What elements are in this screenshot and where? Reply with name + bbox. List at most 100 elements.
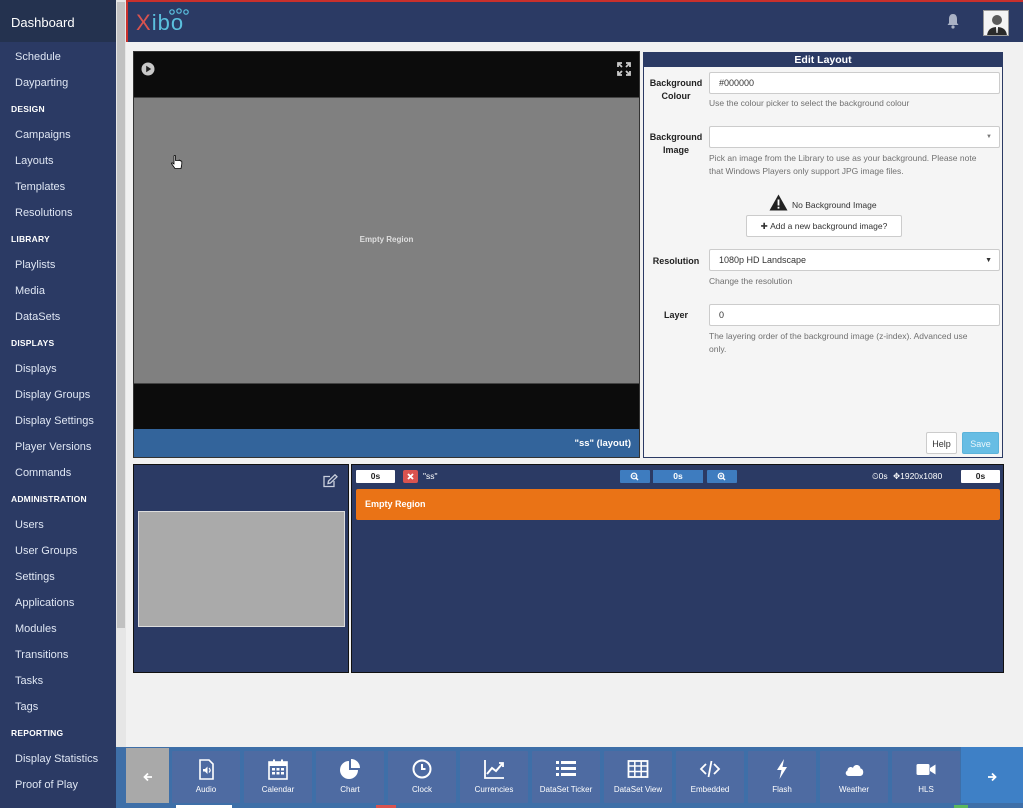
sidebar-item-proof-of-play[interactable]: Proof of Play bbox=[0, 770, 116, 796]
tool-hls[interactable]: HLS bbox=[892, 751, 960, 803]
zoom-value: 0s bbox=[653, 470, 703, 483]
arrow-right-icon bbox=[988, 772, 997, 782]
sidebar-item-layouts[interactable]: Layouts bbox=[0, 146, 116, 172]
top-bar: Xibo bbox=[126, 0, 1023, 42]
tool-label: Currencies bbox=[474, 785, 514, 794]
tool-label: Chart bbox=[340, 785, 360, 794]
sidebar-item-commands[interactable]: Commands bbox=[0, 458, 116, 484]
edit-icon[interactable] bbox=[323, 474, 338, 488]
layer-help: The layering order of the background ima… bbox=[709, 331, 968, 354]
tool-label: DataSet View bbox=[613, 785, 663, 794]
viewer-region[interactable]: Empty Region bbox=[134, 97, 639, 384]
sidebar-item-datasets[interactable]: DataSets bbox=[0, 302, 116, 328]
sidebar-scrollbar[interactable] bbox=[116, 0, 126, 808]
resolution-select[interactable]: 1080p HD Landscape ▼ bbox=[709, 249, 1000, 271]
calendar-icon bbox=[268, 759, 288, 780]
tool-weather[interactable]: Weather bbox=[820, 751, 888, 803]
delete-icon[interactable] bbox=[403, 470, 418, 483]
hand-cursor-icon bbox=[171, 155, 183, 169]
save-button[interactable]: Save bbox=[962, 432, 999, 454]
sidebar-item-applications[interactable]: Applications bbox=[0, 588, 116, 614]
background-colour-input[interactable]: #000000 bbox=[709, 72, 1000, 94]
toolbox-back-button[interactable] bbox=[126, 748, 169, 804]
plus-icon: ✚ bbox=[760, 221, 771, 231]
region-thumbnail[interactable] bbox=[138, 511, 345, 627]
bell-icon[interactable] bbox=[946, 13, 960, 29]
sidebar-item-player-versions[interactable]: Player Versions bbox=[0, 432, 116, 458]
sidebar-item-display-settings[interactable]: Display Settings bbox=[0, 406, 116, 432]
sidebar-section-design: DESIGN bbox=[11, 104, 45, 114]
tool-calendar[interactable]: Calendar bbox=[244, 751, 312, 803]
pie-chart-icon bbox=[340, 759, 360, 779]
dashboard-link[interactable]: Dashboard bbox=[0, 0, 116, 42]
background-colour-label: Background Colour bbox=[649, 78, 703, 101]
add-background-image-button[interactable]: ✚ Add a new background image? bbox=[746, 215, 902, 237]
tool-dataset-ticker[interactable]: DataSet Ticker bbox=[532, 751, 600, 803]
bolt-icon bbox=[777, 759, 787, 779]
sidebar: Dashboard Schedule Dayparting DESIGN Campai… bbox=[0, 0, 116, 808]
tool-label: HLS bbox=[918, 785, 934, 794]
background-image-select[interactable]: ▼ bbox=[709, 126, 1000, 148]
sidebar-item-display-groups[interactable]: Display Groups bbox=[0, 380, 116, 406]
sidebar-item-templates[interactable]: Templates bbox=[0, 172, 116, 198]
sidebar-nav: Schedule Dayparting DESIGN Campaigns Layouts… bbox=[0, 42, 116, 796]
tool-dataset-view[interactable]: DataSet View bbox=[604, 751, 672, 803]
expand-icon[interactable] bbox=[617, 62, 631, 76]
tool-label: Clock bbox=[411, 785, 432, 794]
edit-layout-panel: Edit Layout Background Colour #000000 Use… bbox=[643, 52, 1003, 458]
user-avatar[interactable] bbox=[983, 10, 1009, 36]
play-icon[interactable] bbox=[141, 62, 155, 76]
tool-label: Calendar bbox=[261, 785, 295, 794]
sidebar-item-users[interactable]: Users bbox=[0, 510, 116, 536]
tool-label: Flash bbox=[772, 785, 792, 794]
zoom-in-button[interactable] bbox=[707, 470, 737, 483]
tool-audio[interactable]: Audio bbox=[172, 751, 240, 803]
toolbox-next-button[interactable] bbox=[961, 747, 1023, 805]
scrollbar-thumb[interactable] bbox=[117, 2, 125, 628]
bottom-color-strip bbox=[116, 803, 1023, 808]
arrow-left-icon bbox=[143, 772, 152, 782]
tool-clock[interactable]: Clock bbox=[388, 751, 456, 803]
sidebar-item-resolutions[interactable]: Resolutions bbox=[0, 198, 116, 224]
zoom-in-icon bbox=[717, 472, 726, 481]
clock-icon bbox=[412, 759, 432, 779]
sidebar-item-display-statistics[interactable]: Display Statistics bbox=[0, 744, 116, 770]
zoom-out-icon bbox=[630, 472, 639, 481]
sidebar-item-tags[interactable]: Tags bbox=[0, 692, 116, 718]
sidebar-item-user-groups[interactable]: User Groups bbox=[0, 536, 116, 562]
tool-flash[interactable]: Flash bbox=[748, 751, 816, 803]
background-image-help: Pick an image from the Library to use as… bbox=[709, 153, 977, 176]
sidebar-item-media[interactable]: Media bbox=[0, 276, 116, 302]
zoom-out-button[interactable] bbox=[620, 470, 650, 483]
panel-title: Edit Layout bbox=[644, 53, 1002, 67]
layout-viewer: Empty Region "ss" (layout) bbox=[133, 51, 640, 458]
tool-chart[interactable]: Chart bbox=[316, 751, 384, 803]
list-icon bbox=[556, 761, 576, 776]
sidebar-item-tasks[interactable]: Tasks bbox=[0, 666, 116, 692]
sidebar-item-playlists[interactable]: Playlists bbox=[0, 250, 116, 276]
caret-down-icon: ▼ bbox=[985, 257, 992, 264]
help-button[interactable]: Help bbox=[926, 432, 957, 454]
background-image-label: Background Image bbox=[649, 132, 703, 155]
timeline-panel: 0s "ss" 0s ⏲0s ✥1920x1080 0s Empty Regio… bbox=[351, 464, 1004, 673]
caret-down-icon: ▼ bbox=[986, 134, 992, 140]
timeline-region-bar[interactable]: Empty Region bbox=[356, 489, 1000, 520]
sidebar-item-modules[interactable]: Modules bbox=[0, 614, 116, 640]
sidebar-item-transitions[interactable]: Transitions bbox=[0, 640, 116, 666]
layout-name: "ss" bbox=[423, 471, 438, 481]
sidebar-section-library: LIBRARY bbox=[11, 234, 50, 244]
sidebar-item-displays[interactable]: Displays bbox=[0, 354, 116, 380]
resolution-help: Change the resolution bbox=[709, 276, 793, 286]
layout-duration: 0s bbox=[356, 470, 395, 483]
layer-input[interactable]: 0 bbox=[709, 304, 1000, 326]
sidebar-item-dayparting[interactable]: Dayparting bbox=[0, 68, 116, 94]
sidebar-item-campaigns[interactable]: Campaigns bbox=[0, 120, 116, 146]
sidebar-item-schedule[interactable]: Schedule bbox=[0, 42, 116, 68]
timeline-info: ⏲0s ✥1920x1080 bbox=[872, 471, 943, 481]
sidebar-section-displays: DISPLAYS bbox=[11, 338, 55, 348]
tool-currencies[interactable]: Currencies bbox=[460, 751, 528, 803]
sidebar-item-settings[interactable]: Settings bbox=[0, 562, 116, 588]
tool-label: Embedded bbox=[690, 785, 730, 794]
tool-embedded[interactable]: Embedded bbox=[676, 751, 744, 803]
tool-label: DataSet Ticker bbox=[539, 785, 593, 794]
